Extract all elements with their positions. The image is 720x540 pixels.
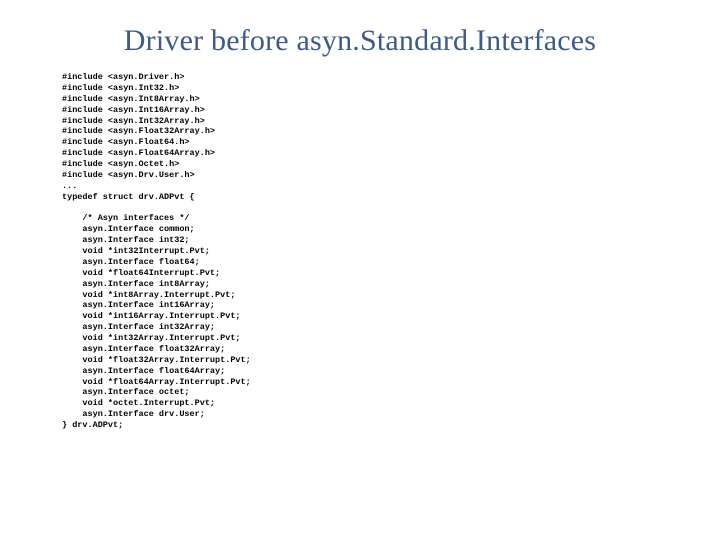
slide-title: Driver before asyn.Standard.Interfaces xyxy=(0,24,720,58)
slide: Driver before asyn.Standard.Interfaces #… xyxy=(0,0,720,540)
code-block: #include <asyn.Driver.h> #include <asyn.… xyxy=(62,72,251,431)
